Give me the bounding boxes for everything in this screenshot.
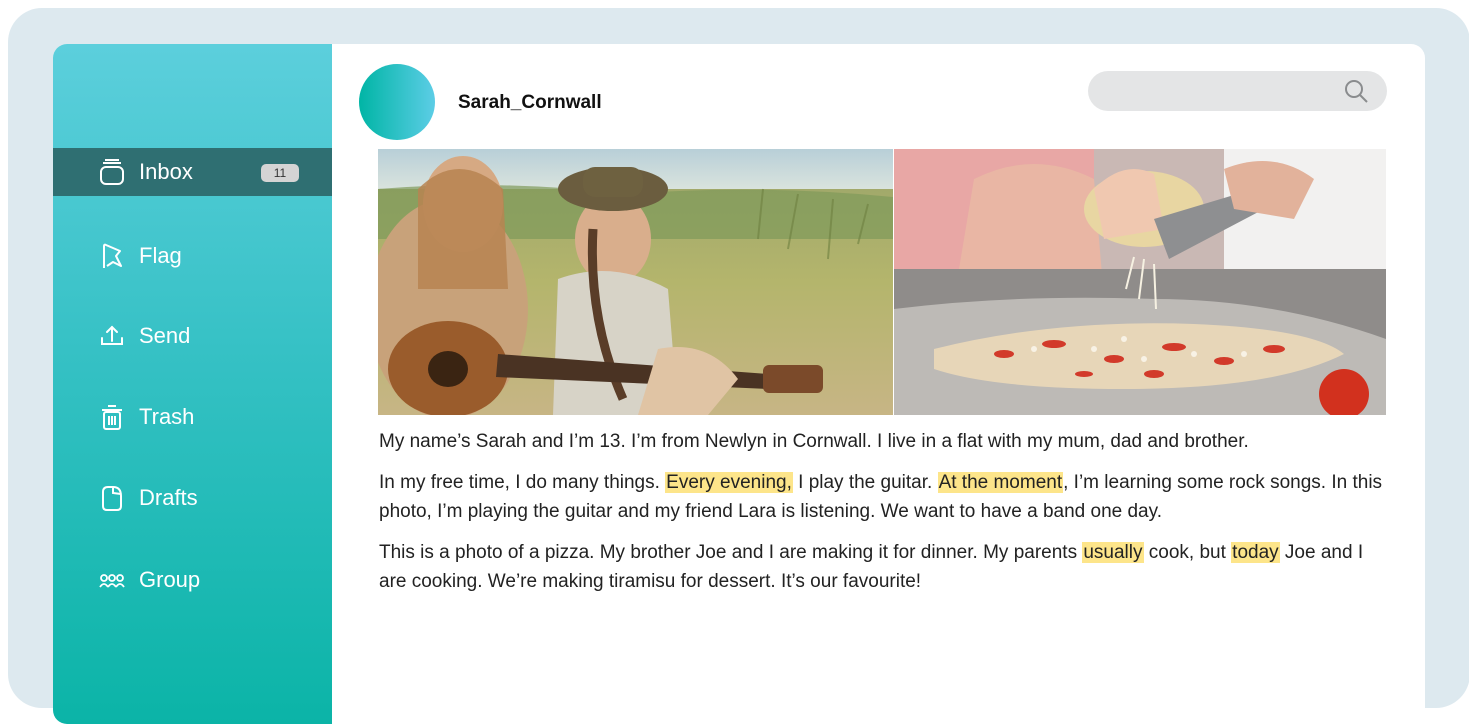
trash-icon bbox=[97, 402, 127, 432]
drafts-icon bbox=[97, 483, 127, 513]
sidebar-item-trash[interactable]: Trash bbox=[53, 393, 332, 441]
sidebar-item-label: Inbox bbox=[139, 159, 193, 184]
sender-username[interactable]: Sarah_Cornwall bbox=[458, 92, 602, 114]
search-icon[interactable] bbox=[1343, 78, 1369, 104]
app-window: Inbox 11 Flag Send Trash Drafts Group Sa… bbox=[53, 44, 1425, 724]
paragraph-3: This is a photo of a pizza. My brother J… bbox=[379, 542, 1364, 592]
highlight: usually bbox=[1082, 542, 1144, 563]
avatar[interactable] bbox=[359, 64, 435, 140]
flag-icon bbox=[97, 241, 127, 271]
sidebar-item-flag[interactable]: Flag bbox=[53, 232, 332, 280]
send-icon bbox=[97, 321, 127, 351]
message-view: Sarah_Cornwall My name’s Sarah and I’m 1… bbox=[332, 44, 1425, 724]
sidebar-item-drafts[interactable]: Drafts bbox=[53, 474, 332, 522]
highlight: Every evening, bbox=[665, 472, 793, 493]
sidebar-item-label: Send bbox=[139, 323, 191, 348]
sidebar-item-label: Flag bbox=[139, 243, 182, 268]
pizza-photo bbox=[894, 149, 1386, 415]
message-body: My name’s Sarah and I’m 13. I’m from New… bbox=[379, 427, 1389, 608]
highlight: today bbox=[1231, 542, 1280, 563]
sidebar-item-send[interactable]: Send bbox=[53, 312, 332, 360]
guitar-photo bbox=[378, 149, 893, 415]
unread-count-badge: 11 bbox=[261, 164, 299, 182]
sidebar-item-label: Group bbox=[139, 567, 201, 592]
inbox-icon bbox=[97, 157, 127, 187]
sidebar-item-label: Trash bbox=[139, 404, 195, 429]
highlight: At the moment bbox=[937, 472, 1064, 493]
paragraph-2: In my free time, I do many things. Every… bbox=[379, 472, 1383, 522]
group-icon bbox=[97, 565, 127, 595]
sidebar-item-label: Drafts bbox=[139, 485, 198, 510]
sidebar: Inbox 11 Flag Send Trash Drafts Group bbox=[53, 44, 332, 724]
search-input[interactable] bbox=[1088, 71, 1387, 111]
sidebar-item-group[interactable]: Group bbox=[53, 556, 332, 604]
sidebar-item-inbox[interactable]: Inbox 11 bbox=[53, 148, 332, 196]
paragraph-1: My name’s Sarah and I’m 13. I’m from New… bbox=[379, 431, 1249, 452]
